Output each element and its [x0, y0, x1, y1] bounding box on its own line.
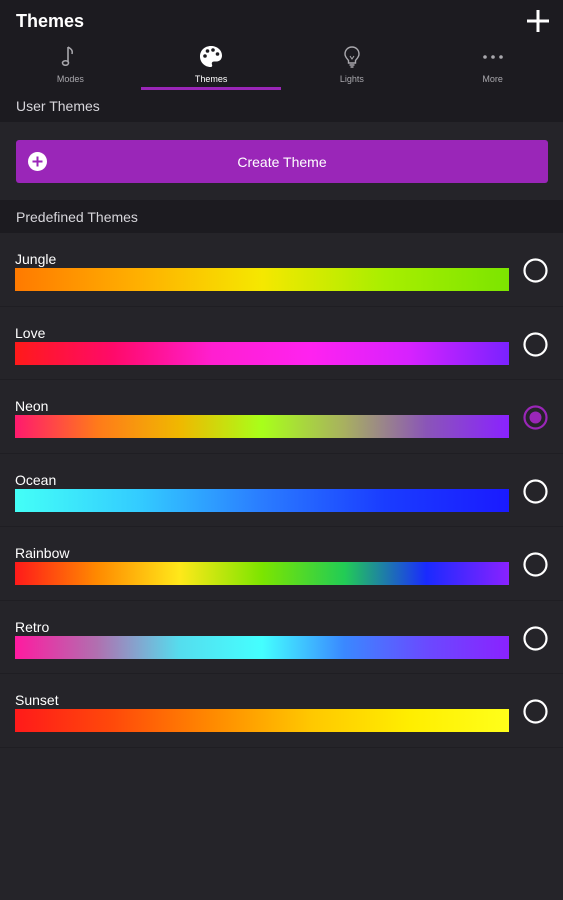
active-tab-indicator [141, 87, 281, 90]
radio-unchecked-icon [523, 625, 548, 651]
theme-name: Neon [15, 398, 49, 414]
user-themes-header: User Themes [0, 94, 563, 122]
theme-radio-button[interactable] [523, 478, 548, 504]
theme-row-sunset[interactable]: Sunset [0, 674, 563, 748]
radio-checked-icon [523, 405, 548, 430]
theme-name: Rainbow [15, 545, 70, 561]
radio-unchecked-icon [523, 331, 548, 357]
theme-radio-button[interactable] [523, 552, 548, 577]
theme-radio-button[interactable] [523, 699, 548, 724]
plus-circle-icon [28, 152, 47, 171]
theme-row-jungle[interactable]: Jungle [0, 233, 563, 307]
top-bar: Themes Modes Themes Lights More [0, 0, 563, 94]
tab-themes[interactable]: Themes [141, 40, 282, 90]
theme-radio-button[interactable] [523, 258, 548, 283]
theme-gradient-bar [15, 488, 509, 512]
create-theme-label: Create Theme [237, 153, 327, 170]
palette-icon [200, 46, 223, 67]
tab-label: More [482, 74, 503, 84]
theme-list: Jungle Love Neon Ocean Rainbow Retro Sunset [0, 233, 563, 748]
radio-unchecked-icon [523, 258, 548, 283]
tab-more[interactable]: More [422, 40, 563, 90]
theme-name: Retro [15, 618, 50, 635]
theme-radio-button[interactable] [523, 405, 548, 430]
theme-row-love[interactable]: Love [0, 307, 563, 380]
add-button[interactable] [525, 8, 551, 34]
theme-name: Love [15, 324, 46, 341]
theme-gradient-bar [15, 709, 509, 732]
theme-row-retro[interactable]: Retro [0, 601, 563, 674]
tab-lights[interactable]: Lights [282, 40, 423, 90]
create-theme-section: Create Theme [0, 122, 563, 200]
theme-radio-button[interactable] [523, 331, 548, 357]
theme-gradient-bar [15, 635, 509, 659]
theme-radio-button[interactable] [523, 625, 548, 651]
theme-name: Sunset [15, 692, 59, 708]
radio-unchecked-icon [523, 552, 548, 577]
theme-row-rainbow[interactable]: Rainbow [0, 527, 563, 601]
theme-row-neon[interactable]: Neon [0, 380, 563, 454]
theme-name: Ocean [15, 471, 57, 488]
radio-unchecked-icon [523, 478, 548, 504]
theme-row-ocean[interactable]: Ocean [0, 454, 563, 527]
tab-modes[interactable]: Modes [0, 40, 141, 90]
theme-gradient-bar [15, 415, 509, 438]
theme-gradient-bar [15, 268, 509, 291]
predefined-themes-header: Predefined Themes [0, 200, 563, 233]
theme-name: Jungle [15, 251, 57, 267]
tab-label: Themes [194, 74, 228, 84]
music-note-icon [62, 46, 74, 67]
tab-label: Lights [339, 74, 364, 84]
page-title: Themes [16, 11, 85, 31]
tab-label: Modes [56, 74, 84, 84]
theme-gradient-bar [15, 562, 509, 585]
lightbulb-icon [344, 46, 360, 68]
create-theme-button[interactable]: Create Theme [16, 140, 548, 183]
radio-unchecked-icon [523, 699, 548, 724]
more-dots-icon [482, 55, 503, 59]
tab-bar: Modes Themes Lights More [0, 40, 563, 90]
theme-gradient-bar [15, 341, 509, 365]
plus-icon [527, 10, 549, 32]
